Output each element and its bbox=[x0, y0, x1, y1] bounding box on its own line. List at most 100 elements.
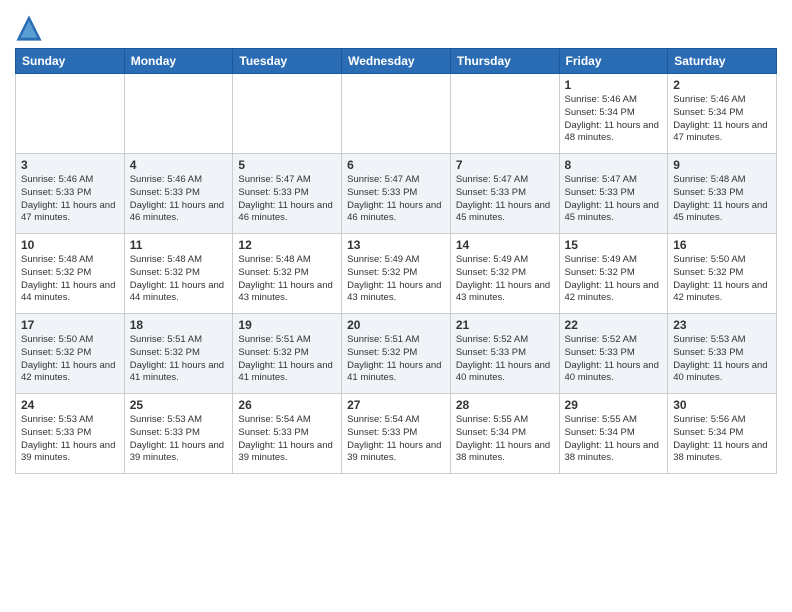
day-number: 27 bbox=[347, 398, 445, 412]
day-cell: 8 Sunrise: 5:47 AMSunset: 5:33 PMDaylight… bbox=[559, 154, 668, 234]
day-header-thursday: Thursday bbox=[450, 49, 559, 74]
day-info: Sunrise: 5:51 AMSunset: 5:32 PMDaylight:… bbox=[130, 334, 224, 383]
day-info: Sunrise: 5:52 AMSunset: 5:33 PMDaylight:… bbox=[456, 334, 550, 383]
day-number: 16 bbox=[673, 238, 771, 252]
day-cell: 20Sunrise: 5:51 AMSunset: 5:32 PMDayligh… bbox=[342, 314, 451, 394]
day-number: 5 bbox=[238, 158, 336, 172]
day-number: 29 bbox=[565, 398, 663, 412]
day-cell: 24 Sunrise: 5:53 AMSunset: 5:33 PMDayligh… bbox=[16, 394, 125, 474]
day-info: Sunrise: 5:53 AMSunset: 5:33 PMDaylight:… bbox=[21, 414, 115, 463]
day-info: Sunrise: 5:54 AMSunset: 5:33 PMDaylight:… bbox=[238, 414, 332, 463]
week-row: 3 Sunrise: 5:46 AMSunset: 5:33 PMDaylight… bbox=[16, 154, 777, 234]
day-info: Sunrise: 5:47 AMSunset: 5:33 PMDaylight:… bbox=[238, 174, 332, 223]
day-info: Sunrise: 5:47 AMSunset: 5:33 PMDaylight:… bbox=[565, 174, 659, 223]
day-info: Sunrise: 5:50 AMSunset: 5:32 PMDaylight:… bbox=[673, 254, 767, 303]
day-header-tuesday: Tuesday bbox=[233, 49, 342, 74]
day-info: Sunrise: 5:48 AMSunset: 5:32 PMDaylight:… bbox=[130, 254, 224, 303]
day-cell: 13Sunrise: 5:49 AMSunset: 5:32 PMDayligh… bbox=[342, 234, 451, 314]
day-info: Sunrise: 5:51 AMSunset: 5:32 PMDaylight:… bbox=[238, 334, 332, 383]
day-number: 22 bbox=[565, 318, 663, 332]
day-info: Sunrise: 5:46 AMSunset: 5:34 PMDaylight:… bbox=[673, 94, 767, 143]
day-header-friday: Friday bbox=[559, 49, 668, 74]
day-number: 19 bbox=[238, 318, 336, 332]
day-cell: 28 Sunrise: 5:55 AMSunset: 5:34 PMDayligh… bbox=[450, 394, 559, 474]
day-info: Sunrise: 5:46 AMSunset: 5:33 PMDaylight:… bbox=[130, 174, 224, 223]
day-cell: 22 Sunrise: 5:52 AMSunset: 5:33 PMDayligh… bbox=[559, 314, 668, 394]
day-info: Sunrise: 5:46 AMSunset: 5:33 PMDaylight:… bbox=[21, 174, 115, 223]
day-cell: 18 Sunrise: 5:51 AMSunset: 5:32 PMDayligh… bbox=[124, 314, 233, 394]
day-number: 30 bbox=[673, 398, 771, 412]
day-info: Sunrise: 5:48 AMSunset: 5:32 PMDaylight:… bbox=[21, 254, 115, 303]
calendar-header: SundayMondayTuesdayWednesdayThursdayFrid… bbox=[16, 49, 777, 74]
day-cell: 12Sunrise: 5:48 AMSunset: 5:32 PMDayligh… bbox=[233, 234, 342, 314]
day-cell: 19 Sunrise: 5:51 AMSunset: 5:32 PMDayligh… bbox=[233, 314, 342, 394]
header bbox=[15, 10, 777, 42]
day-number: 10 bbox=[21, 238, 119, 252]
day-header-saturday: Saturday bbox=[668, 49, 777, 74]
day-cell: 6 Sunrise: 5:47 AMSunset: 5:33 PMDaylight… bbox=[342, 154, 451, 234]
day-header-sunday: Sunday bbox=[16, 49, 125, 74]
week-row: 17Sunrise: 5:50 AMSunset: 5:32 PMDayligh… bbox=[16, 314, 777, 394]
day-cell: 17Sunrise: 5:50 AMSunset: 5:32 PMDayligh… bbox=[16, 314, 125, 394]
day-cell: 5 Sunrise: 5:47 AMSunset: 5:33 PMDaylight… bbox=[233, 154, 342, 234]
day-number: 8 bbox=[565, 158, 663, 172]
page: SundayMondayTuesdayWednesdayThursdayFrid… bbox=[0, 0, 792, 489]
day-cell: 9 Sunrise: 5:48 AMSunset: 5:33 PMDaylight… bbox=[668, 154, 777, 234]
day-info: Sunrise: 5:48 AMSunset: 5:33 PMDaylight:… bbox=[673, 174, 767, 223]
day-number: 11 bbox=[130, 238, 228, 252]
day-cell: 30 Sunrise: 5:56 AMSunset: 5:34 PMDayligh… bbox=[668, 394, 777, 474]
day-cell: 15Sunrise: 5:49 AMSunset: 5:32 PMDayligh… bbox=[559, 234, 668, 314]
day-number: 13 bbox=[347, 238, 445, 252]
day-cell: 3 Sunrise: 5:46 AMSunset: 5:33 PMDaylight… bbox=[16, 154, 125, 234]
day-cell bbox=[342, 74, 451, 154]
day-cell: 1Sunrise: 5:46 AMSunset: 5:34 PMDaylight… bbox=[559, 74, 668, 154]
day-info: Sunrise: 5:52 AMSunset: 5:33 PMDaylight:… bbox=[565, 334, 659, 383]
day-cell: 27 Sunrise: 5:54 AMSunset: 5:33 PMDayligh… bbox=[342, 394, 451, 474]
day-header-monday: Monday bbox=[124, 49, 233, 74]
day-info: Sunrise: 5:56 AMSunset: 5:34 PMDaylight:… bbox=[673, 414, 767, 463]
day-cell: 26 Sunrise: 5:54 AMSunset: 5:33 PMDayligh… bbox=[233, 394, 342, 474]
day-number: 18 bbox=[130, 318, 228, 332]
day-number: 25 bbox=[130, 398, 228, 412]
day-number: 3 bbox=[21, 158, 119, 172]
day-cell bbox=[16, 74, 125, 154]
day-info: Sunrise: 5:55 AMSunset: 5:34 PMDaylight:… bbox=[456, 414, 550, 463]
day-number: 9 bbox=[673, 158, 771, 172]
week-row: 1Sunrise: 5:46 AMSunset: 5:34 PMDaylight… bbox=[16, 74, 777, 154]
day-number: 7 bbox=[456, 158, 554, 172]
day-cell: 4 Sunrise: 5:46 AMSunset: 5:33 PMDaylight… bbox=[124, 154, 233, 234]
calendar: SundayMondayTuesdayWednesdayThursdayFrid… bbox=[15, 48, 777, 474]
day-info: Sunrise: 5:46 AMSunset: 5:34 PMDaylight:… bbox=[565, 94, 659, 143]
day-cell: 23Sunrise: 5:53 AMSunset: 5:33 PMDayligh… bbox=[668, 314, 777, 394]
day-cell: 21 Sunrise: 5:52 AMSunset: 5:33 PMDayligh… bbox=[450, 314, 559, 394]
day-cell: 7 Sunrise: 5:47 AMSunset: 5:33 PMDaylight… bbox=[450, 154, 559, 234]
day-cell bbox=[450, 74, 559, 154]
day-number: 21 bbox=[456, 318, 554, 332]
day-cell: 10 Sunrise: 5:48 AMSunset: 5:32 PMDayligh… bbox=[16, 234, 125, 314]
day-header-wednesday: Wednesday bbox=[342, 49, 451, 74]
day-cell: 29 Sunrise: 5:55 AMSunset: 5:34 PMDayligh… bbox=[559, 394, 668, 474]
day-info: Sunrise: 5:49 AMSunset: 5:32 PMDaylight:… bbox=[565, 254, 659, 303]
day-number: 20 bbox=[347, 318, 445, 332]
day-info: Sunrise: 5:49 AMSunset: 5:32 PMDaylight:… bbox=[456, 254, 550, 303]
day-cell: 25Sunrise: 5:53 AMSunset: 5:33 PMDayligh… bbox=[124, 394, 233, 474]
day-cell: 2 Sunrise: 5:46 AMSunset: 5:34 PMDaylight… bbox=[668, 74, 777, 154]
day-info: Sunrise: 5:53 AMSunset: 5:33 PMDaylight:… bbox=[673, 334, 767, 383]
logo-area bbox=[15, 14, 47, 42]
day-number: 17 bbox=[21, 318, 119, 332]
day-info: Sunrise: 5:55 AMSunset: 5:34 PMDaylight:… bbox=[565, 414, 659, 463]
day-number: 2 bbox=[673, 78, 771, 92]
day-info: Sunrise: 5:48 AMSunset: 5:32 PMDaylight:… bbox=[238, 254, 332, 303]
day-number: 6 bbox=[347, 158, 445, 172]
day-number: 26 bbox=[238, 398, 336, 412]
day-cell: 16 Sunrise: 5:50 AMSunset: 5:32 PMDayligh… bbox=[668, 234, 777, 314]
day-number: 28 bbox=[456, 398, 554, 412]
day-info: Sunrise: 5:47 AMSunset: 5:33 PMDaylight:… bbox=[456, 174, 550, 223]
day-cell: 11 Sunrise: 5:48 AMSunset: 5:32 PMDayligh… bbox=[124, 234, 233, 314]
day-number: 4 bbox=[130, 158, 228, 172]
day-info: Sunrise: 5:47 AMSunset: 5:33 PMDaylight:… bbox=[347, 174, 441, 223]
day-info: Sunrise: 5:54 AMSunset: 5:33 PMDaylight:… bbox=[347, 414, 441, 463]
day-number: 24 bbox=[21, 398, 119, 412]
week-row: 10 Sunrise: 5:48 AMSunset: 5:32 PMDayligh… bbox=[16, 234, 777, 314]
day-cell: 14Sunrise: 5:49 AMSunset: 5:32 PMDayligh… bbox=[450, 234, 559, 314]
